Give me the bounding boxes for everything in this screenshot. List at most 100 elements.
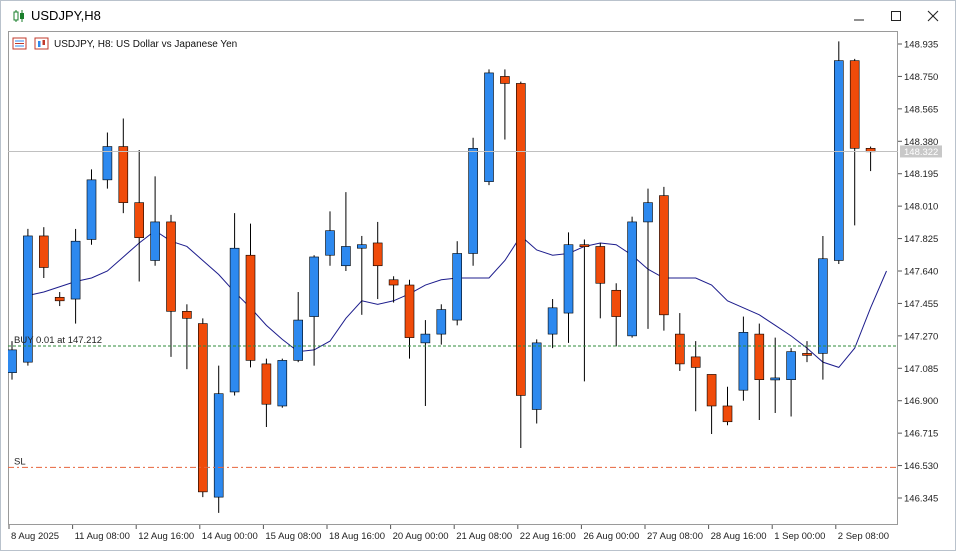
title-bar[interactable]: USDJPY,H8 [1,1,955,31]
candle-body [627,221,637,337]
candle-body [643,202,653,223]
candle-body [213,393,224,498]
candle-body [118,146,129,203]
close-button[interactable] [913,1,953,31]
x-tick-label: 26 Aug 00:00 [583,531,639,542]
candle-body [404,284,415,338]
candle-body [325,230,335,256]
candle [198,318,208,498]
candle-body [150,221,160,261]
candle-body [754,333,765,380]
x-tick-label: 21 Aug 08:00 [456,531,512,542]
current-price-label: 148.322 [904,147,938,158]
price-chart[interactable]: USDJPY, H8: US Dollar vs Japanese Yen 14… [8,31,954,549]
maximize-icon [891,11,901,21]
chart-indicator-icon[interactable] [34,37,49,50]
candle-body [420,333,431,344]
candle-body [182,311,192,319]
candle-body [8,349,17,373]
candle-body [452,253,463,321]
candle-body [261,363,272,405]
candle-body [38,235,49,268]
candle-body [563,244,574,314]
candle-body [70,240,81,300]
candle [277,358,288,408]
candle [484,69,494,186]
x-tick-label: 12 Aug 16:00 [138,531,194,542]
x-tick-label: 28 Aug 16:00 [711,531,767,542]
candle-body [468,147,478,254]
candle-body [309,256,319,317]
candle-body [531,342,542,410]
x-tick-label: 18 Aug 16:00 [329,531,385,542]
candle-body [484,72,494,182]
y-tick-label: 147.270 [904,331,938,342]
candle-body [595,246,606,284]
candle-body [674,333,685,365]
chart-area[interactable]: USDJPY, H8: US Dollar vs Japanese Yen 14… [8,31,954,549]
stop-loss-label: SL [14,456,26,467]
candle-body [818,258,828,354]
candle-body [500,76,510,84]
x-tick-label: 15 Aug 08:00 [265,531,321,542]
y-tick-label: 146.530 [904,461,938,472]
y-tick-label: 147.455 [904,299,938,310]
candle-body [54,296,65,302]
candle [659,186,669,331]
candle-body [786,351,796,380]
candle [627,216,637,338]
candle-body [245,254,256,361]
candle-body [738,332,749,391]
y-tick-label: 148.750 [904,72,938,83]
buy-order-label: BUY 0.01 at 147.212 [14,335,102,346]
y-tick-label: 148.195 [904,169,938,180]
candle-body [849,60,860,149]
candle-body [134,202,144,238]
candle-body [388,279,399,286]
y-tick-label: 146.900 [904,396,938,407]
y-tick-label: 146.345 [904,494,938,505]
y-tick-label: 147.825 [904,234,938,245]
candle-body [436,309,447,335]
candle-body [770,377,781,381]
x-tick-label: 27 Aug 08:00 [647,531,703,542]
candle-body [356,244,367,249]
candle-body [515,83,526,396]
minimize-icon [854,19,864,21]
candle-body [341,246,351,267]
maximize-button[interactable] [876,1,916,31]
window-title: USDJPY,H8 [31,8,101,23]
x-tick-label: 20 Aug 00:00 [393,531,449,542]
candle-body [372,242,383,267]
candlestick-app-icon [13,10,24,22]
close-icon [927,10,939,22]
candle [833,41,844,264]
candle-body [833,60,844,261]
x-tick-label: 1 Sep 00:00 [774,531,825,542]
candle-body [611,289,622,317]
chart-header: USDJPY, H8: US Dollar vs Japanese Yen [12,37,237,50]
candle-body [293,319,304,361]
x-tick-label: 2 Sep 08:00 [838,531,889,542]
candle [515,81,526,449]
minimize-button[interactable] [839,1,879,31]
candle-body [198,323,208,493]
candle-body [166,221,176,312]
x-tick-label: 14 Aug 00:00 [202,531,258,542]
candle-body [277,360,288,407]
candle-body [706,374,717,407]
candle-body [802,353,812,356]
chart-header-text: USDJPY, H8: US Dollar vs Japanese Yen [54,39,237,50]
trade-panel-icon[interactable] [12,37,27,50]
y-tick-label: 148.935 [904,40,938,51]
candle [86,169,97,245]
y-tick-label: 148.010 [904,202,938,213]
candle [468,137,478,266]
candle [452,241,463,326]
x-tick-label: 8 Aug 2025 [11,531,59,542]
x-tick-label: 22 Aug 16:00 [520,531,576,542]
chart-window: USDJPY,H8 USDJPY, H8: US Dollar vs Japan… [0,0,956,551]
candle-body [547,307,558,335]
candle-body [722,405,733,423]
y-tick-label: 146.715 [904,429,938,440]
